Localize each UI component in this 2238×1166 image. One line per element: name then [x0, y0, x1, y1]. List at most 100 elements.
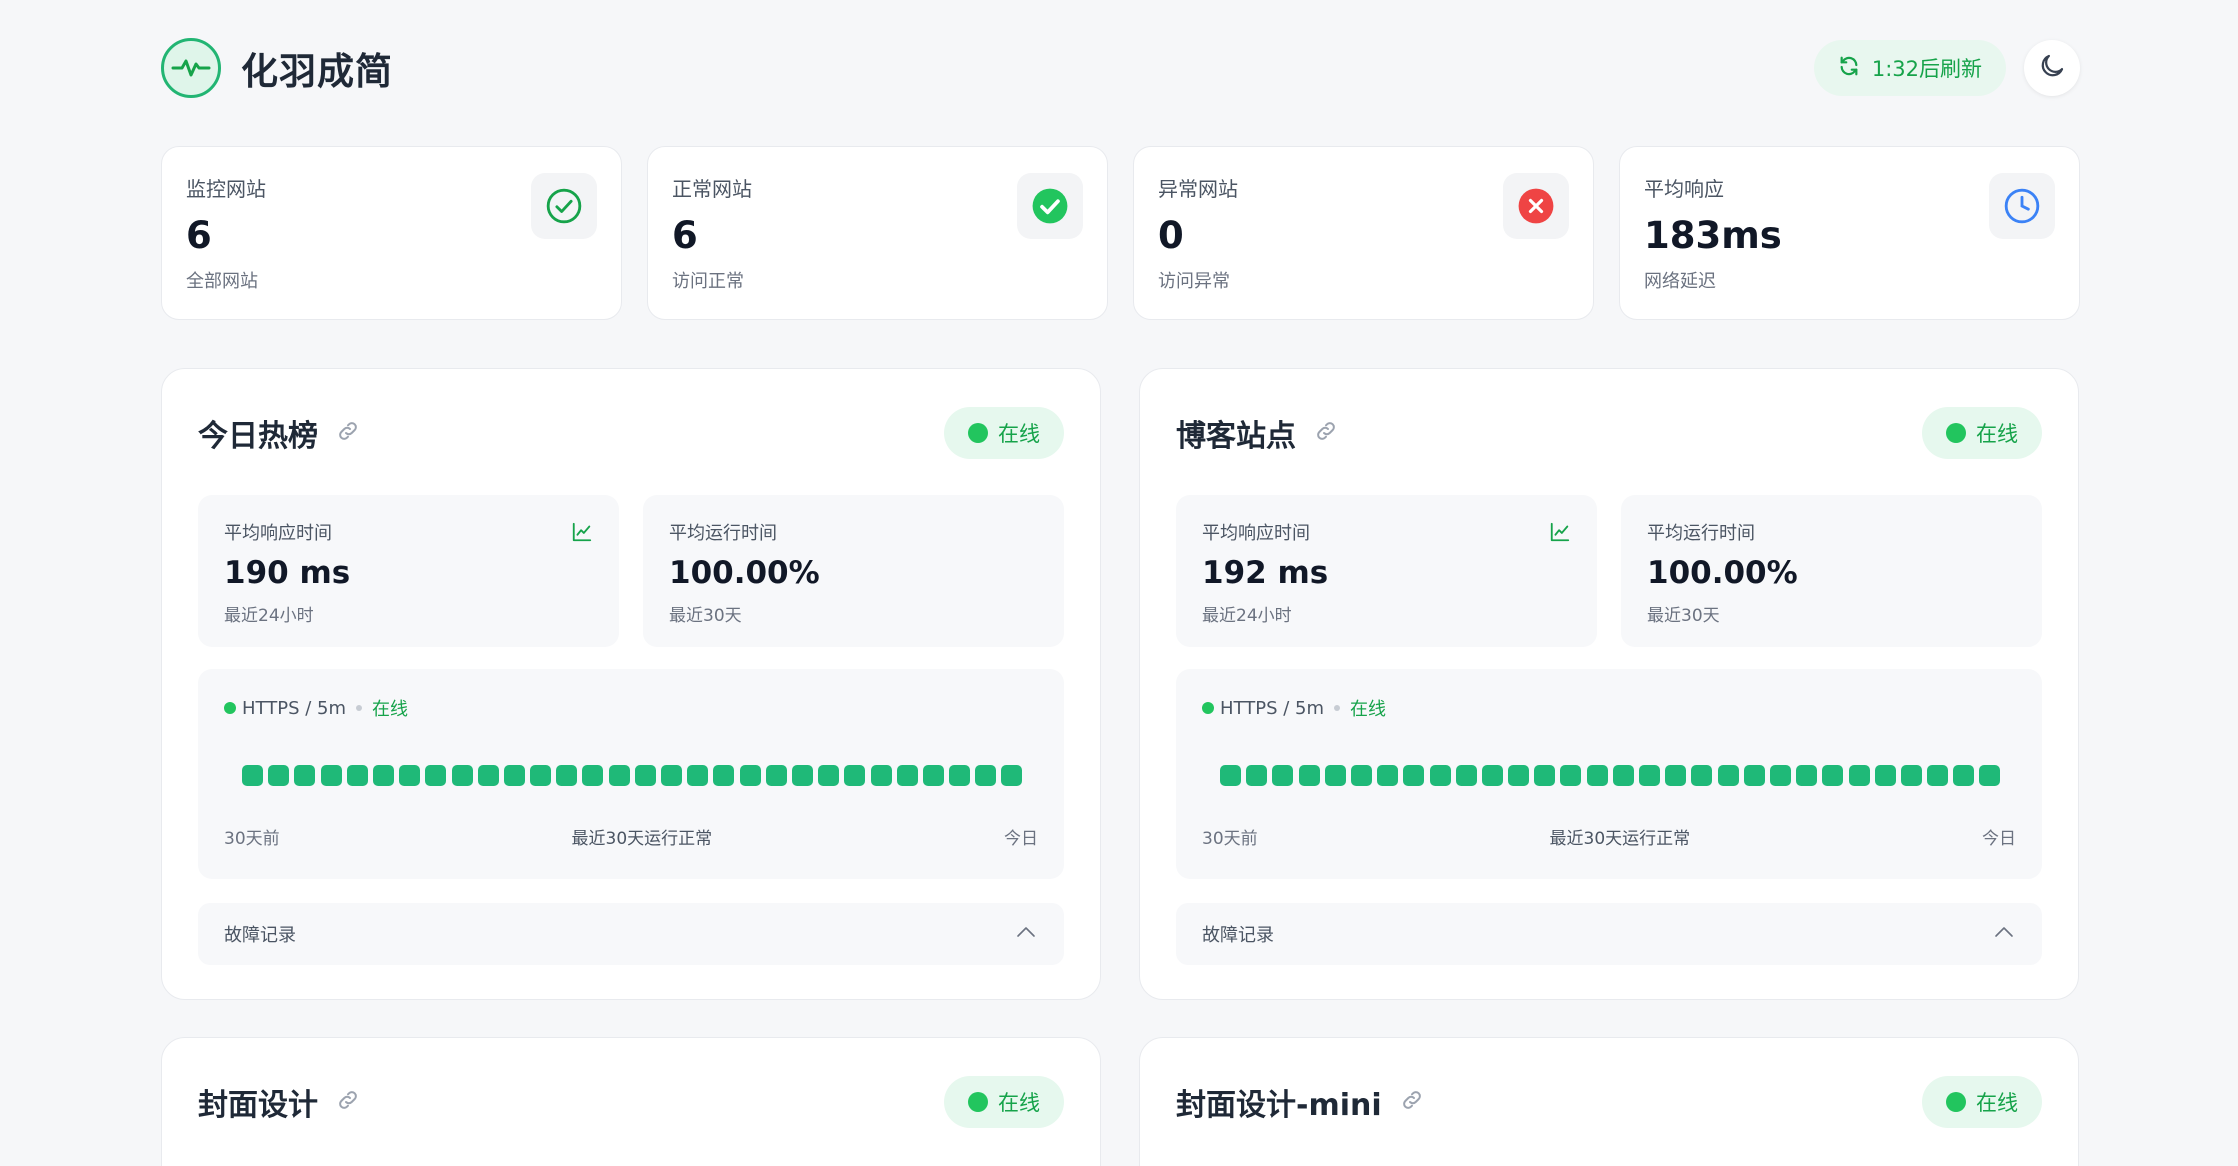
refresh-icon [1838, 55, 1860, 82]
stat-sub: 网络延迟 [1644, 271, 1716, 292]
uptime-bar[interactable] [1246, 765, 1268, 786]
uptime-bar[interactable] [1377, 765, 1399, 786]
uptime-bar[interactable] [1298, 765, 1320, 786]
uptime-bar[interactable] [1001, 765, 1023, 786]
theme-toggle-button[interactable] [2024, 40, 2080, 96]
uptime-bar[interactable] [1586, 765, 1608, 786]
uptime-bar[interactable] [608, 765, 630, 786]
uptime-bar[interactable] [1534, 765, 1556, 786]
uptime-bar[interactable] [556, 765, 578, 786]
faults-label: 故障记录 [224, 925, 296, 946]
uptime-bar[interactable] [896, 765, 918, 786]
site-title: 博客站点 [1176, 419, 1296, 454]
status-label: 在线 [1976, 1091, 2018, 1115]
uptime-bar[interactable] [1769, 765, 1791, 786]
stat-card-response: 平均响应 183ms 网络延迟 [1619, 146, 2080, 320]
status-badge: 在线 [1922, 1076, 2042, 1128]
uptime-bar[interactable] [870, 765, 892, 786]
uptime-bar[interactable] [661, 765, 682, 786]
chevron-up-icon [1014, 920, 1038, 949]
uptime-bar[interactable] [975, 765, 997, 786]
metric-sub: 最近24小时 [1202, 606, 1292, 626]
history-end: 今日 [1004, 829, 1038, 849]
uptime-bar[interactable] [1874, 765, 1896, 786]
uptime-bar[interactable] [949, 765, 971, 786]
uptime-bar[interactable] [1403, 765, 1425, 786]
uptime-bar[interactable] [372, 765, 394, 786]
stat-card-normal: 正常网站 6 访问正常 [647, 146, 1108, 320]
protocol-label: HTTPS / 5m [1220, 697, 1324, 719]
uptime-bar[interactable] [268, 765, 290, 786]
uptime-bar[interactable] [1953, 765, 1975, 786]
link-icon[interactable] [336, 1088, 360, 1116]
uptime-bar[interactable] [1927, 765, 1949, 786]
line-chart-icon[interactable] [571, 521, 593, 547]
uptime-bar[interactable] [1979, 765, 2001, 786]
uptime-bar[interactable] [451, 765, 473, 786]
uptime-bar[interactable] [687, 765, 709, 786]
uptime-bar[interactable] [477, 765, 499, 786]
uptime-bar[interactable] [1429, 765, 1451, 786]
uptime-bar[interactable] [1350, 765, 1372, 786]
metric-value: 100.00% [1647, 555, 1798, 591]
uptime-bar[interactable] [294, 765, 316, 786]
online-dot-icon [224, 702, 236, 714]
stat-sub: 全部网站 [186, 271, 258, 292]
uptime-bar[interactable] [425, 765, 447, 786]
faults-toggle[interactable]: 故障记录 [198, 903, 1064, 965]
uptime-bar[interactable] [503, 765, 525, 786]
uptime-bar[interactable] [765, 765, 787, 786]
x-circle-filled-icon [1503, 173, 1569, 239]
uptime-bar[interactable] [1822, 765, 1844, 786]
uptime-bar[interactable] [320, 765, 342, 786]
uptime-bar[interactable] [399, 765, 421, 786]
uptime-bar[interactable] [1272, 765, 1294, 786]
uptime-bar[interactable] [1796, 765, 1818, 786]
uptime-bar[interactable] [1717, 765, 1739, 786]
uptime-bar[interactable] [1220, 765, 1241, 786]
link-icon[interactable] [1400, 1088, 1424, 1116]
uptime-bar[interactable] [922, 765, 944, 786]
status-label: 在线 [998, 422, 1040, 446]
uptime-bar[interactable] [1481, 765, 1503, 786]
uptime-bar[interactable] [634, 765, 656, 786]
metric-label: 平均响应时间 [224, 523, 332, 544]
online-dot-icon [1202, 702, 1214, 714]
metric-label: 平均运行时间 [669, 523, 777, 544]
uptime-bar[interactable] [530, 765, 552, 786]
uptime-bar[interactable] [1848, 765, 1870, 786]
faults-toggle[interactable]: 故障记录 [1176, 903, 2042, 965]
link-icon[interactable] [336, 419, 360, 447]
avg-response-box: 平均响应时间 192 ms 最近24小时 [1176, 495, 1597, 647]
uptime-bar[interactable] [242, 765, 263, 786]
uptime-bar[interactable] [818, 765, 840, 786]
uptime-bar[interactable] [1612, 765, 1634, 786]
protocol-status: 在线 [371, 699, 408, 720]
history-end: 今日 [1982, 829, 2016, 849]
uptime-bars [224, 765, 1038, 786]
uptime-bar[interactable] [1455, 765, 1477, 786]
uptime-bar[interactable] [791, 765, 813, 786]
uptime-bar[interactable] [1560, 765, 1582, 786]
uptime-bar[interactable] [1508, 765, 1530, 786]
status-badge: 在线 [944, 407, 1064, 459]
uptime-bar[interactable] [346, 765, 368, 786]
uptime-bar[interactable] [713, 765, 735, 786]
uptime-bar[interactable] [844, 765, 866, 786]
online-dot-icon [1946, 1092, 1966, 1112]
uptime-bar[interactable] [739, 765, 761, 786]
stat-card-abnormal: 异常网站 0 访问异常 [1133, 146, 1594, 320]
uptime-bar[interactable] [1665, 765, 1687, 786]
uptime-bar[interactable] [582, 765, 604, 786]
link-icon[interactable] [1314, 419, 1338, 447]
uptime-bar[interactable] [1743, 765, 1765, 786]
metric-value: 100.00% [669, 555, 820, 591]
refresh-button[interactable]: 1:32后刷新 [1813, 40, 2006, 96]
line-chart-icon[interactable] [1549, 521, 1571, 547]
uptime-bar[interactable] [1324, 765, 1346, 786]
site-title: 今日热榜 [198, 419, 318, 454]
uptime-bar[interactable] [1639, 765, 1660, 786]
uptime-bar[interactable] [1900, 765, 1922, 786]
uptime-bar[interactable] [1691, 765, 1713, 786]
app-title: 化羽成简 [241, 50, 393, 93]
